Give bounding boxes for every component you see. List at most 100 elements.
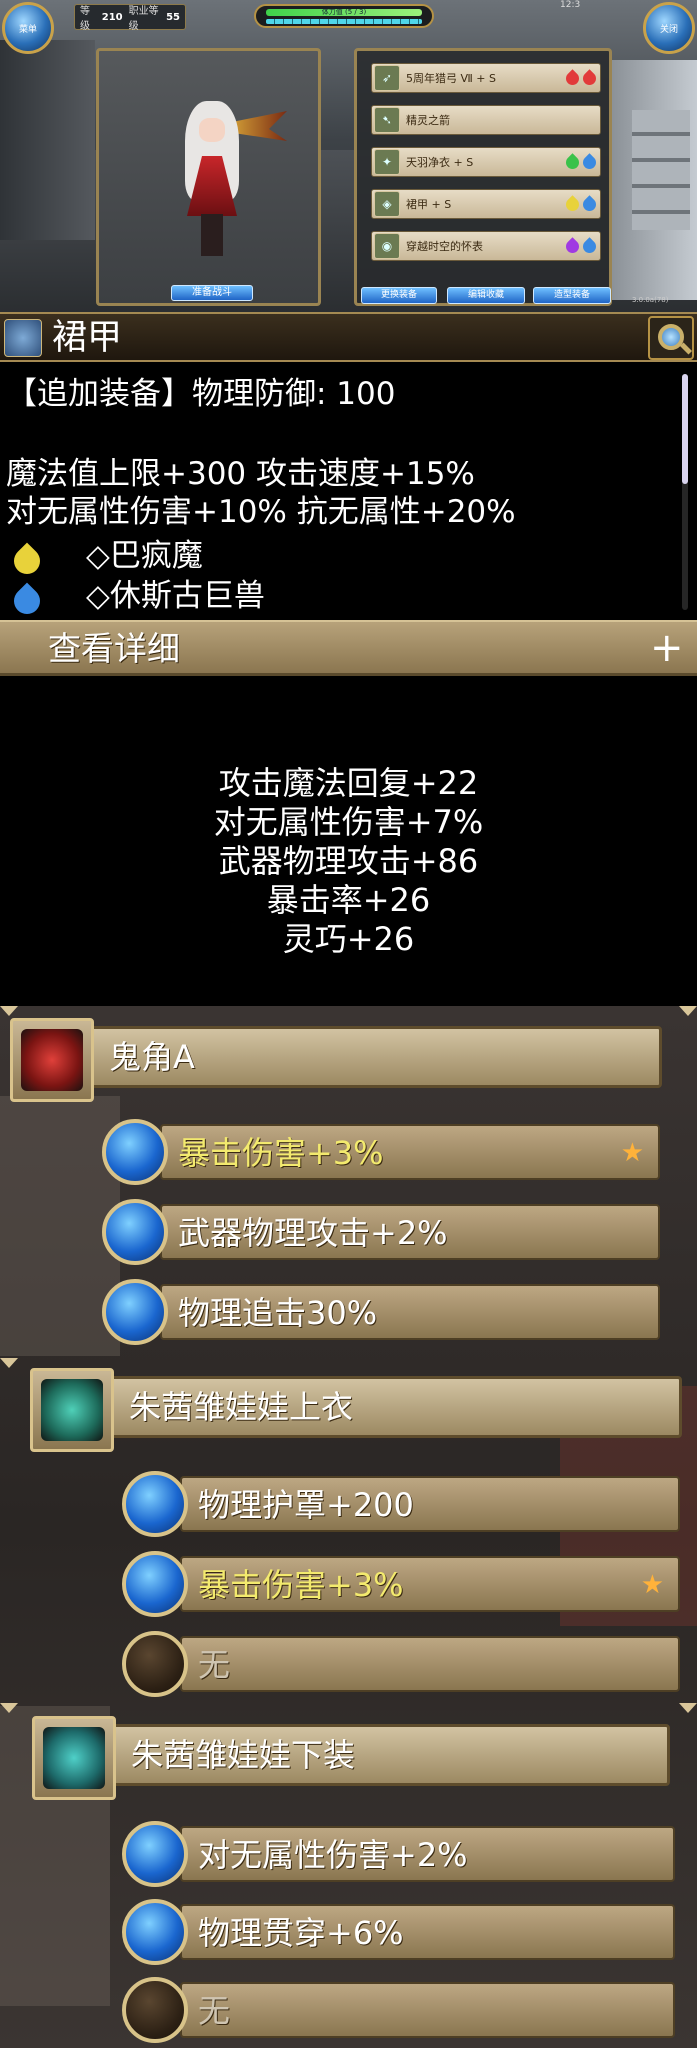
- pocket-watch-icon: ◉: [374, 233, 400, 259]
- equip-name: 穿越时空的怀表: [406, 240, 483, 253]
- job-level-value: 55: [166, 11, 180, 23]
- bonus-stat: 攻击魔法回复+22: [218, 764, 479, 802]
- close-orb-button[interactable]: 关闭: [643, 2, 695, 54]
- option-text: 暴击伤害+3%: [178, 1134, 384, 1172]
- level-value: 210: [101, 11, 123, 23]
- view-details-label: 查看详细: [48, 629, 180, 668]
- card-name: ◇巴疯魔: [86, 538, 203, 574]
- option-text: 暴击伤害+3%: [198, 1566, 404, 1604]
- yellow-gem-icon: [563, 194, 582, 214]
- socket-orb-icon: [102, 1279, 168, 1345]
- star-icon: ★: [620, 1138, 644, 1168]
- empty-socket-icon: [122, 1631, 188, 1697]
- option-text: 对无属性伤害+2%: [198, 1836, 468, 1874]
- blue-gem-icon: [580, 236, 599, 256]
- skirt-icon: [4, 319, 42, 357]
- armor-bottom-icon: [43, 1727, 105, 1789]
- blue-gem-icon: [580, 194, 599, 214]
- set-option-row[interactable]: 武器物理攻击+2%: [160, 1204, 660, 1260]
- bonus-stat: 暴击率+26: [266, 881, 431, 919]
- mp-bar: [266, 19, 422, 24]
- corner-arrow-icon: [0, 1358, 18, 1368]
- game-viewport: 菜单 关闭 等级 210 职业等级 55 体力值 (5 / 3) 12:3 准备…: [0, 0, 697, 312]
- set-header[interactable]: 朱茜雏娃娃上衣: [108, 1376, 682, 1438]
- set-icon-frame[interactable]: [32, 1716, 116, 1800]
- option-text: 无: [198, 1992, 231, 2030]
- desc-line: 【追加装备】物理防御: 100: [6, 376, 396, 412]
- hp-bar: 体力值 (5 / 3): [266, 9, 422, 16]
- character-preview-panel: 准备战斗: [96, 48, 321, 306]
- set-option-row[interactable]: 暴击伤害+3% ★: [180, 1556, 680, 1612]
- clock-text: 12:3: [560, 0, 581, 10]
- item-header: 裙甲: [0, 312, 697, 362]
- ribbon-icon: [21, 1029, 83, 1091]
- corner-arrow-icon: [0, 1703, 18, 1713]
- arrow-icon: ➷: [374, 107, 400, 133]
- edit-favorites-button[interactable]: 编辑收藏: [447, 287, 525, 304]
- blue-gem-icon: [8, 582, 46, 620]
- set-option-row[interactable]: 无: [180, 1636, 680, 1692]
- desc-line: 对无属性伤害+10% 抗无属性+20%: [6, 494, 516, 530]
- set-option-row[interactable]: 对无属性伤害+2%: [180, 1826, 675, 1882]
- set-option-row[interactable]: 暴击伤害+3% ★: [160, 1124, 660, 1180]
- set-name: 鬼角A: [109, 1038, 195, 1076]
- character-face: [199, 118, 225, 142]
- bonus-stats: 攻击魔法回复+22 对无属性伤害+7% 武器物理攻击+86 暴击率+26 灵巧+…: [0, 676, 697, 1006]
- magnifier-handle: [679, 342, 693, 355]
- close-orb-label: 关闭: [659, 24, 678, 35]
- bonus-stat: 对无属性伤害+7%: [213, 803, 484, 841]
- ready-battle-button[interactable]: 准备战斗: [171, 285, 253, 301]
- star-icon: ★: [640, 1570, 664, 1600]
- search-button[interactable]: [648, 316, 694, 360]
- character-sprite: [177, 96, 287, 256]
- equipment-list-panel: ➶ 5周年猎弓 Ⅶ + S ➷ 精灵之箭 ✦ 天羽净衣 + S ◈ 裙甲 + S…: [354, 48, 612, 306]
- change-equipment-button[interactable]: 更换装备: [361, 287, 437, 304]
- green-gem-icon: [563, 152, 582, 172]
- character-legs: [201, 214, 223, 256]
- socket-orb-icon: [122, 1471, 188, 1537]
- set-options-list: 鬼角A 暴击伤害+3% ★ 武器物理攻击+2% 物理追击30% 朱茜雏娃娃上衣 …: [0, 1006, 697, 2048]
- set-icon-frame[interactable]: [10, 1018, 94, 1102]
- scrollbar-thumb[interactable]: [682, 374, 688, 484]
- socket-orb-icon: [102, 1119, 168, 1185]
- set-option-row[interactable]: 物理追击30%: [160, 1284, 660, 1340]
- equip-name: 天羽净衣 + S: [406, 156, 474, 169]
- set-option-row[interactable]: 物理贯穿+6%: [180, 1904, 675, 1960]
- equip-slot[interactable]: ➶ 5周年猎弓 Ⅶ + S: [371, 63, 601, 93]
- empty-socket-icon: [122, 1977, 188, 2043]
- skirt-icon: ◈: [374, 191, 400, 217]
- option-text: 物理贯穿+6%: [198, 1914, 404, 1952]
- socket-orb-icon: [122, 1821, 188, 1887]
- equip-slot[interactable]: ✦ 天羽净衣 + S: [371, 147, 601, 177]
- set-icon-frame[interactable]: [30, 1368, 114, 1452]
- menu-orb-label: 菜单: [18, 24, 37, 35]
- set-option-row[interactable]: 物理护罩+200: [180, 1476, 680, 1532]
- socket-orb-icon: [122, 1551, 188, 1617]
- wall-backdrop-left: [0, 40, 95, 240]
- robe-icon: ✦: [374, 149, 400, 175]
- armor-top-icon: [41, 1379, 103, 1441]
- menu-orb-button[interactable]: 菜单: [2, 2, 54, 54]
- costume-equipment-button[interactable]: 造型装备: [533, 287, 611, 304]
- set-header[interactable]: 鬼角A: [88, 1026, 662, 1088]
- option-text: 物理护罩+200: [198, 1486, 414, 1524]
- equip-slot[interactable]: ◈ 裙甲 + S: [371, 189, 601, 219]
- set-header[interactable]: 朱茜雏娃娃下装: [110, 1724, 670, 1786]
- corner-arrow-icon: [0, 1006, 18, 1016]
- desc-line: 魔法值上限+300 攻击速度+15%: [6, 456, 475, 492]
- socket-orb-icon: [122, 1899, 188, 1965]
- option-text: 武器物理攻击+2%: [178, 1214, 448, 1252]
- hp-mp-bars: 体力值 (5 / 3): [254, 4, 434, 28]
- equip-slot[interactable]: ➷ 精灵之箭: [371, 105, 601, 135]
- socket-orb-icon: [102, 1199, 168, 1265]
- set-option-row[interactable]: 无: [180, 1982, 675, 2038]
- description-scrollbar[interactable]: [682, 374, 688, 610]
- option-text: 无: [198, 1646, 231, 1684]
- equip-name: 精灵之箭: [406, 114, 450, 127]
- view-details-button[interactable]: 查看详细 +: [0, 620, 697, 676]
- job-label: 职业等级: [128, 6, 159, 32]
- blue-gem-icon: [580, 152, 599, 172]
- equip-slot[interactable]: ◉ 穿越时空的怀表: [371, 231, 601, 261]
- purple-gem-icon: [563, 236, 582, 256]
- level-status: 等级 210 职业等级 55: [74, 4, 186, 32]
